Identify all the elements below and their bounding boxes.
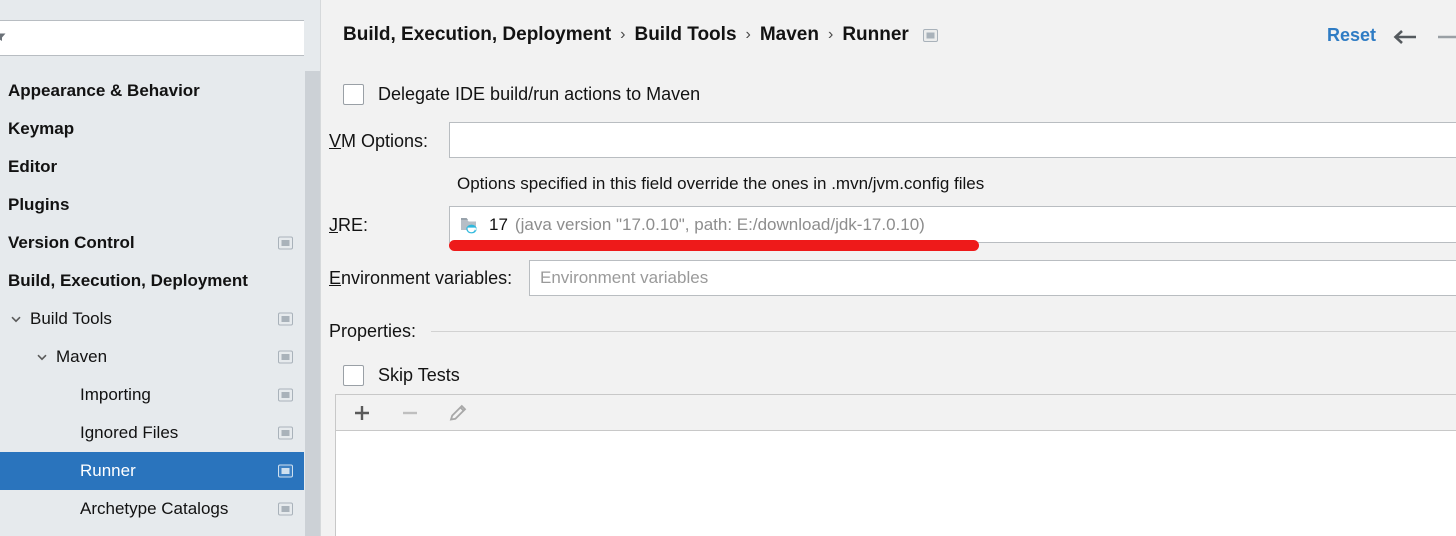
arrow-right-icon[interactable] (1436, 27, 1456, 47)
sidebar-item-label: Archetype Catalogs (80, 499, 228, 519)
sidebar-item-label: Build Tools (30, 309, 112, 329)
properties-section-divider (431, 331, 1456, 332)
sidebar-item-build-execution-deployment[interactable]: Build, Execution, Deployment (0, 262, 321, 300)
project-level-settings-icon (923, 29, 938, 42)
project-level-settings-icon (278, 351, 293, 364)
breadcrumb-item-maven[interactable]: Maven (760, 24, 819, 46)
project-level-settings-icon (278, 389, 293, 402)
sidebar-item-editor[interactable]: Editor (0, 148, 321, 186)
settings-search (0, 20, 309, 56)
remove-property-button[interactable] (394, 398, 426, 428)
breadcrumb-separator: › (828, 26, 833, 44)
settings-tree: Appearance & Behavior Keymap Editor Plug… (0, 72, 321, 536)
chevron-down-icon[interactable] (34, 349, 50, 365)
sidebar-item-label: Importing (80, 385, 151, 405)
settings-dialog: Appearance & Behavior Keymap Editor Plug… (0, 0, 1456, 536)
sidebar-item-runner[interactable]: Runner (0, 452, 321, 490)
sidebar-item-label: Version Control (8, 233, 135, 253)
sidebar-item-partial[interactable] (0, 528, 321, 536)
vm-options-hint: Options specified in this field override… (457, 174, 984, 194)
skip-tests-checkbox[interactable] (343, 365, 364, 386)
add-property-button[interactable] (346, 398, 378, 428)
jdk-folder-icon (460, 215, 482, 235)
sidebar-item-label: Keymap (8, 119, 74, 139)
sidebar-item-label: Ignored Files (80, 423, 178, 443)
project-level-settings-icon (278, 313, 293, 326)
properties-section-title: Properties: (329, 321, 416, 342)
jre-version: 17 (489, 215, 508, 235)
breadcrumb-item-runner[interactable]: Runner (842, 24, 909, 46)
sidebar-item-label: Build, Execution, Deployment (8, 271, 248, 291)
sidebar-item-ignored-files[interactable]: Ignored Files (0, 414, 321, 452)
environment-variables-label: Environment variables: (329, 268, 512, 289)
jre-label: JRE: (329, 215, 368, 236)
project-level-settings-icon (278, 427, 293, 440)
properties-table[interactable] (335, 430, 1456, 536)
sidebar-item-label: Maven (56, 347, 107, 367)
delegate-checkbox[interactable] (343, 84, 364, 105)
skip-tests-checkbox-row[interactable]: Skip Tests (343, 365, 460, 386)
settings-sidebar: Appearance & Behavior Keymap Editor Plug… (0, 0, 321, 536)
skip-tests-label: Skip Tests (378, 365, 460, 386)
red-highlight-annotation (449, 240, 979, 251)
arrow-left-icon[interactable] (1392, 27, 1418, 47)
sidebar-item-archetype-catalogs[interactable]: Archetype Catalogs (0, 490, 321, 528)
settings-main-panel: Build, Execution, Deployment › Build Too… (321, 0, 1456, 536)
sidebar-scrollbar-thumb[interactable] (305, 71, 320, 536)
properties-toolbar (335, 394, 1456, 430)
project-level-settings-icon (278, 503, 293, 516)
sidebar-item-keymap[interactable]: Keymap (0, 110, 321, 148)
delegate-checkbox-row[interactable]: Delegate IDE build/run actions to Maven (343, 84, 700, 105)
breadcrumb-item-build-tools[interactable]: Build Tools (634, 24, 736, 46)
sidebar-item-plugins[interactable]: Plugins (0, 186, 321, 224)
sidebar-item-build-tools[interactable]: Build Tools (0, 300, 321, 338)
sidebar-item-version-control[interactable]: Version Control (0, 224, 321, 262)
sidebar-item-label: Appearance & Behavior (8, 81, 200, 101)
sidebar-item-label: Runner (80, 461, 136, 481)
vm-options-input[interactable] (449, 122, 1456, 158)
breadcrumb-separator: › (746, 26, 751, 44)
environment-variables-placeholder: Environment variables (536, 268, 1456, 288)
vm-options-label: VM Options: (329, 131, 428, 152)
jre-combobox[interactable]: 17 (java version "17.0.10", path: E:/dow… (449, 206, 1456, 243)
breadcrumb-item-build-execution-deployment[interactable]: Build, Execution, Deployment (343, 24, 611, 46)
edit-property-button[interactable] (442, 398, 474, 428)
sidebar-item-label: Editor (8, 157, 57, 177)
project-level-settings-icon (278, 465, 293, 478)
environment-variables-input[interactable]: Environment variables (529, 260, 1456, 296)
reset-button[interactable]: Reset (1327, 25, 1376, 46)
project-level-settings-icon (278, 237, 293, 250)
breadcrumb-separator: › (620, 26, 625, 44)
sidebar-item-importing[interactable]: Importing (0, 376, 321, 414)
sidebar-item-maven[interactable]: Maven (0, 338, 321, 376)
jre-description: (java version "17.0.10", path: E:/downlo… (515, 215, 925, 235)
sidebar-item-label: Plugins (8, 195, 69, 215)
delegate-checkbox-label: Delegate IDE build/run actions to Maven (378, 84, 700, 105)
search-input[interactable] (0, 20, 309, 56)
breadcrumb: Build, Execution, Deployment › Build Too… (343, 24, 938, 46)
chevron-down-icon[interactable] (8, 311, 24, 327)
sidebar-item-appearance-behavior[interactable]: Appearance & Behavior (0, 72, 321, 110)
